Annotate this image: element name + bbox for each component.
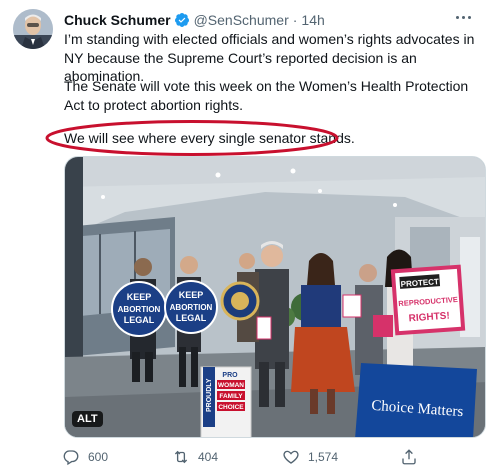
tweet-header: Chuck Schumer @SenSchumer · 14h [64,10,325,30]
sign-text: ABORTION [118,305,161,314]
tweet-photo[interactable]: KEEP ABORTION LEGAL KEEP ABORTION LEGAL [64,156,486,438]
sign-keep-abortion-legal-2: KEEP ABORTION LEGAL [164,280,218,334]
tweet-text: I’m standing with elected officials and … [64,30,484,146]
tweet[interactable]: Chuck Schumer @SenSchumer · 14h I’m stan… [0,0,500,475]
sign-protect-reproductive-rights: PROTECT REPRODUCTIVE RIGHTS! [390,264,466,336]
more-options-icon[interactable] [451,8,475,26]
sign-text: KEEP [127,292,152,302]
tweet-timestamp[interactable]: 14h [301,12,324,28]
share-button[interactable] [400,446,418,468]
sign-text: PROUDLY [206,378,213,412]
like-button[interactable]: 1,574 [282,446,338,468]
sign-text: LEGAL [124,315,155,325]
small-sign [342,294,362,318]
sign-text: PRO [222,372,238,379]
podium: PROUDLY PRO WOMAN FAMILY CHOICE [200,366,252,437]
author-handle[interactable]: @SenSchumer [194,12,289,28]
sign-text: FAMILY [219,393,243,400]
tweet-paragraph: The Senate will vote this week on the Wo… [64,78,469,113]
red-highlight-ellipse [45,120,339,156]
sign-text: LEGAL [176,313,207,323]
share-icon [402,449,416,465]
reply-count: 600 [88,450,109,464]
retweet-icon [174,450,188,464]
verified-badge-icon [174,13,189,27]
author-avatar[interactable] [13,9,53,49]
reply-button[interactable]: 600 [62,446,108,468]
sign-text: KEEP [179,290,204,300]
retweet-count: 404 [198,450,219,464]
heart-icon [283,450,299,464]
banner-choice-matters: Choice Matters [355,363,477,437]
sign-text: ABORTION [170,303,213,312]
senate-seal [220,281,260,321]
tweet-actions: 600 404 1,574 [60,446,480,470]
sign-keep-abortion-legal-1: KEEP ABORTION LEGAL [111,281,167,337]
alt-badge[interactable]: ALT [72,411,103,427]
retweet-button[interactable]: 404 [172,446,218,468]
small-sign [256,316,272,340]
reply-icon [63,450,79,466]
small-sign [373,315,393,337]
author-name[interactable]: Chuck Schumer [64,12,171,28]
separator-dot: · [292,12,298,28]
rally-photo: KEEP ABORTION LEGAL KEEP ABORTION LEGAL [65,157,485,437]
sign-text: CHOICE [218,404,244,411]
like-count: 1,574 [308,450,339,464]
sign-text: WOMAN [218,382,244,389]
